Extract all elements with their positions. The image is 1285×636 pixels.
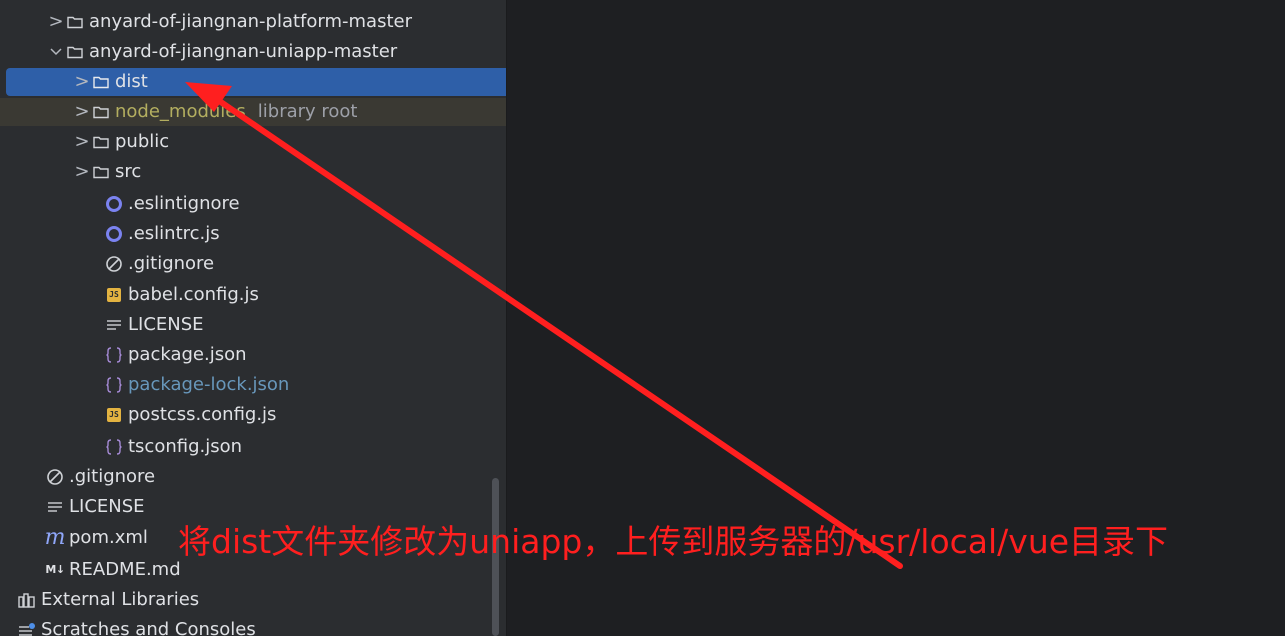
tree-item-external-libraries[interactable]: External Libraries [0,586,506,614]
tree-item-root-gitignore[interactable]: .gitignore [0,463,534,491]
tree-item-label: postcss.config.js [128,404,277,425]
folder-icon [90,98,112,126]
tree-item-label: LICENSE [128,314,204,335]
chevron-right-icon[interactable]: > [74,98,90,126]
tree-item-label: package-lock.json [128,374,290,395]
js-file-icon: JS [103,401,125,429]
folder-icon [90,68,112,96]
tree-item-label: pom.xml [69,527,148,548]
tree-item-uniapp-master[interactable]: anyard-of-jiangnan-uniapp-master [0,38,538,66]
tree-item-label: .gitignore [69,466,156,487]
tree-item-package-lock-json[interactable]: package-lock.json [0,371,593,399]
folder-icon [90,158,112,186]
maven-icon: m [44,525,66,550]
ignore-icon [44,463,66,491]
ignore-icon [103,250,125,278]
folder-icon [64,8,86,36]
tree-item-label: babel.config.js [128,284,259,305]
tree-item-label: Scratches and Consoles [41,619,256,636]
tree-item-eslintignore[interactable]: .eslintignore [0,190,593,218]
tree-item-dist[interactable]: > dist [6,68,556,96]
tree-item-label: README.md [69,559,181,580]
tree-item-src[interactable]: > src [0,158,564,186]
tree-item-tsconfig-json[interactable]: tsconfig.json [0,433,593,461]
chevron-right-icon[interactable]: > [74,68,90,96]
tree-item-label: .gitignore [128,253,215,274]
chevron-right-icon[interactable]: > [74,158,90,186]
annotation-text: 将dist文件夹修改为uniapp，上传到服务器的/usr/local/vue目… [178,522,1169,561]
tree-item-babel-config[interactable]: JS babel.config.js [0,281,593,309]
json-file-icon [103,371,125,399]
chevron-right-icon[interactable]: > [48,8,64,36]
markdown-icon: M↓ [45,563,65,576]
library-root-hint: library root [257,101,358,122]
tree-item-label: node_modules [115,101,246,122]
tree-item-license[interactable]: LICENSE [0,311,593,339]
text-file-icon [44,493,66,521]
tree-item-package-json[interactable]: package.json [0,341,593,369]
chevron-down-icon[interactable] [48,38,64,66]
folder-icon [90,128,112,156]
tree-item-label: public [115,131,170,152]
library-icon [16,586,38,614]
tree-item-platform-master[interactable]: > anyard-of-jiangnan-platform-master [0,8,538,36]
eslint-icon [103,190,125,218]
tree-item-label: anyard-of-jiangnan-uniapp-master [89,41,398,62]
tree-item-eslintrc[interactable]: .eslintrc.js [0,220,593,248]
folder-icon [64,38,86,66]
tree-item-label: src [115,161,142,182]
tree-item-public[interactable]: > public [0,128,564,156]
tree-item-label: LICENSE [69,496,145,517]
tree-item-label: .eslintrc.js [128,223,220,244]
tree-item-scratches[interactable]: Scratches and Consoles [0,616,506,636]
tree-item-gitignore[interactable]: .gitignore [0,250,593,278]
tree-item-node-modules[interactable]: > node_modules library root [0,98,564,126]
tree-item-label: dist [115,71,148,92]
scratches-icon [16,616,38,636]
chevron-right-icon[interactable]: > [74,128,90,156]
ide-window: > anyard-of-jiangnan-platform-master any… [0,0,1285,636]
json-file-icon [103,433,125,461]
js-file-icon: JS [103,281,125,309]
json-file-icon [103,341,125,369]
tree-item-label: anyard-of-jiangnan-platform-master [89,11,412,32]
eslint-icon [103,220,125,248]
tree-item-root-license[interactable]: LICENSE [0,493,534,521]
tree-item-postcss-config[interactable]: JS postcss.config.js [0,401,593,429]
tree-item-label: tsconfig.json [128,436,243,457]
tree-item-label: .eslintignore [128,193,240,214]
text-file-icon [103,311,125,339]
tree-item-label: package.json [128,344,247,365]
tree-item-label: External Libraries [41,589,200,610]
